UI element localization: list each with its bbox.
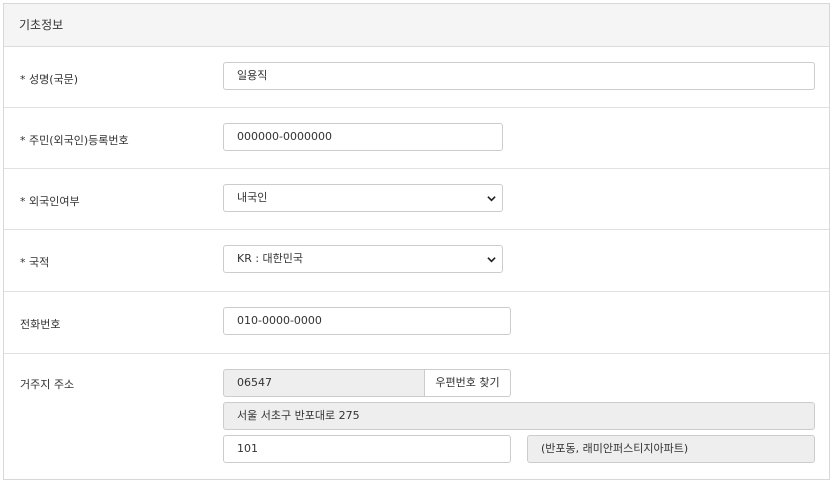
road-address-input[interactable]: 서울 서초구 반포대로 275 (223, 402, 815, 430)
panel-title: 기초정보 (4, 4, 829, 47)
postal-code-input[interactable]: 06547 (223, 369, 425, 397)
name-input[interactable]: 일용직 (223, 62, 815, 90)
row-name: * 성명(국문) 일용직 (4, 47, 829, 108)
address-detail-input[interactable]: 101 (223, 435, 511, 463)
nationality-selected-value: KR : 대한민국 (237, 252, 304, 265)
foreigner-select[interactable]: 내국인 (223, 184, 503, 212)
resident-number-input[interactable]: 000000-0000000 (223, 123, 503, 151)
row-resident-number: * 주민(외국인)등록번호 000000-0000000 (4, 108, 829, 169)
foreigner-selected-value: 내국인 (237, 191, 268, 204)
address-extra-input[interactable]: (반포동, 래미안퍼스티지아파트) (527, 435, 815, 463)
name-label: * 성명(국문) (20, 73, 79, 86)
row-address: 거주지 주소 06547 우편번호 찾기 서울 서초구 반포대로 275 101… (4, 354, 829, 480)
nationality-label: * 국적 (20, 256, 50, 269)
basic-info-panel: 기초정보 * 성명(국문) 일용직 * 주민(외국인)등록번호 000000-0… (3, 3, 830, 480)
row-phone: 전화번호 010-0000-0000 (4, 292, 829, 354)
phone-input[interactable]: 010-0000-0000 (223, 307, 511, 335)
row-nationality: * 국적 KR : 대한민국 (4, 230, 829, 292)
foreigner-label: * 외국인여부 (20, 195, 80, 208)
find-postal-code-button[interactable]: 우편번호 찾기 (424, 369, 511, 397)
chevron-down-icon (487, 257, 496, 263)
row-foreigner: * 외국인여부 내국인 (4, 169, 829, 230)
phone-label: 전화번호 (20, 318, 61, 331)
nationality-select[interactable]: KR : 대한민국 (223, 245, 503, 273)
chevron-down-icon (487, 196, 496, 202)
address-label: 거주지 주소 (20, 378, 75, 391)
resident-number-label: * 주민(외국인)등록번호 (20, 134, 129, 147)
